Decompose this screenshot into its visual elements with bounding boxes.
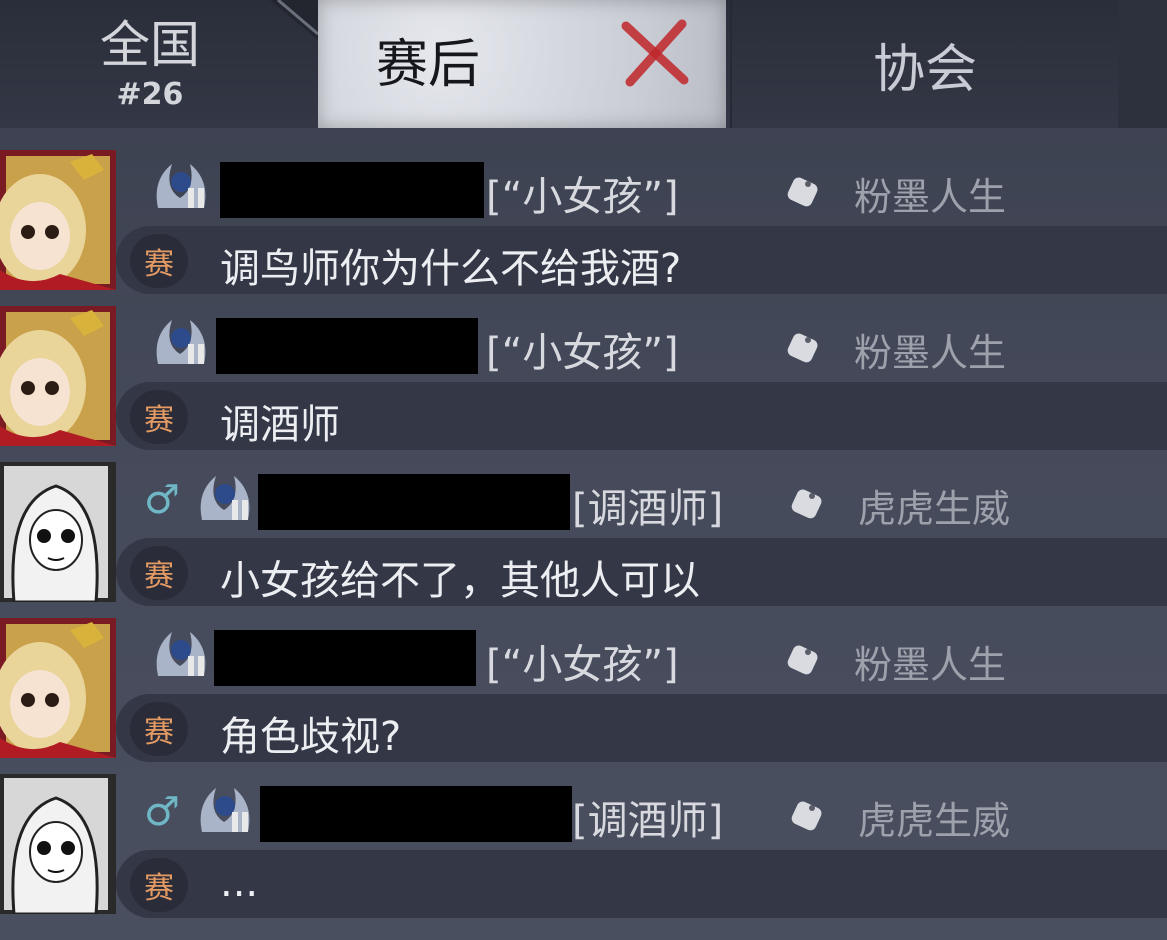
tag-icon <box>787 333 818 363</box>
rank-badge-icon <box>156 320 206 364</box>
channel-badge: 赛 <box>130 702 188 756</box>
channel-badge: 赛 <box>130 234 188 288</box>
national-rank: #26 <box>116 76 184 112</box>
tag-icon <box>791 801 822 831</box>
message-bubble: 赛 调酒师 <box>116 382 1167 450</box>
role-label: [“小女孩”] <box>486 174 679 220</box>
close-x-icon[interactable] <box>616 14 694 92</box>
rank-badge-icon <box>200 788 250 832</box>
chat-message-list[interactable]: [“小女孩”] 粉墨人生 赛 调鸟师你为什么不给我酒? [“小女孩”] 粉墨人生… <box>0 130 1167 940</box>
message-header: [“小女孩”] 粉墨人生 <box>116 624 1167 688</box>
message-text: ... <box>220 860 259 906</box>
nickname: 粉墨人生 <box>854 331 1007 375</box>
tab-national-label: 全国 <box>100 15 200 74</box>
tab-postgame-label: 赛后 <box>376 35 481 95</box>
redacted-username <box>216 318 478 374</box>
avatar-pale-girl[interactable] <box>0 462 116 602</box>
message-bubble: 赛 ... <box>116 850 1167 918</box>
tag-icon <box>787 177 818 207</box>
chat-message: [“小女孩”] 粉墨人生 赛 调酒师 <box>0 294 1167 450</box>
message-text: 角色歧视? <box>220 714 402 760</box>
channel-badge: 赛 <box>130 858 188 912</box>
tab-postgame[interactable]: 赛后 <box>318 0 726 128</box>
avatar-girl[interactable] <box>0 150 116 290</box>
channel-badge: 赛 <box>130 546 188 600</box>
avatar-girl[interactable] <box>0 306 116 446</box>
tag-icon <box>791 489 822 519</box>
avatar-pale-girl[interactable] <box>0 774 116 914</box>
role-label: [“小女孩”] <box>486 330 679 376</box>
rank-badge-icon <box>200 476 250 520</box>
corner-decoration <box>270 0 318 40</box>
message-header: ♂ [调酒师] 虎虎生威 <box>116 468 1167 532</box>
tag-icon <box>787 645 818 675</box>
message-text: 小女孩给不了，其他人可以 <box>220 558 700 604</box>
role-label: [“小女孩”] <box>486 642 679 688</box>
role-label: [调酒师] <box>572 486 724 532</box>
male-icon: ♂ <box>144 477 180 523</box>
rank-badge-icon <box>156 632 206 676</box>
tab-association[interactable]: 协会 <box>730 0 1120 128</box>
redacted-username <box>260 786 572 842</box>
redacted-username <box>258 474 570 530</box>
message-bubble: 赛 调鸟师你为什么不给我酒? <box>116 226 1167 294</box>
male-icon: ♂ <box>144 789 180 835</box>
rank-badge-icon <box>156 164 206 208</box>
message-header: [“小女孩”] 粉墨人生 <box>116 312 1167 376</box>
message-header: [“小女孩”] 粉墨人生 <box>116 156 1167 220</box>
redacted-username <box>214 630 476 686</box>
nickname: 虎虎生威 <box>858 487 1011 531</box>
tab-bar: 全国 #26 赛后 协会 <box>0 0 1167 128</box>
message-header: ♂ [调酒师] 虎虎生威 <box>116 780 1167 844</box>
nickname: 粉墨人生 <box>854 643 1007 687</box>
message-bubble: 赛 小女孩给不了，其他人可以 <box>116 538 1167 606</box>
role-label: [调酒师] <box>572 798 724 844</box>
message-bubble: 赛 角色歧视? <box>116 694 1167 762</box>
nickname: 虎虎生威 <box>858 799 1011 843</box>
tab-edge <box>1118 0 1167 128</box>
avatar-girl[interactable] <box>0 618 116 758</box>
nickname: 粉墨人生 <box>854 175 1007 219</box>
chat-message: ♂ [调酒师] 虎虎生威 赛 ... <box>0 762 1167 918</box>
chat-message: [“小女孩”] 粉墨人生 赛 角色歧视? <box>0 606 1167 762</box>
channel-badge: 赛 <box>130 390 188 444</box>
redacted-username <box>220 162 484 218</box>
chat-message: [“小女孩”] 粉墨人生 赛 调鸟师你为什么不给我酒? <box>0 138 1167 294</box>
message-text: 调鸟师你为什么不给我酒? <box>220 246 682 292</box>
chat-message: ♂ [调酒师] 虎虎生威 赛 小女孩给不了，其他人可以 <box>0 450 1167 606</box>
tab-national[interactable]: 全国 #26 <box>0 0 300 128</box>
message-text: 调酒师 <box>220 402 340 448</box>
tab-association-label: 协会 <box>872 39 977 100</box>
